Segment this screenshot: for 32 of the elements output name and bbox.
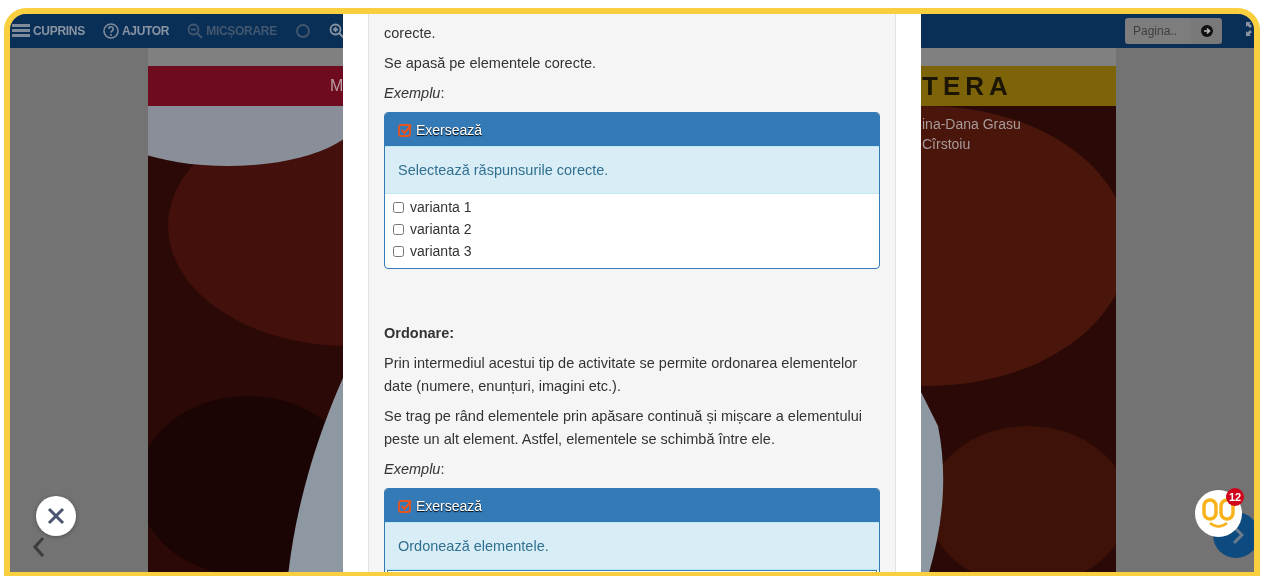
notification-badge: 12 <box>1226 488 1244 506</box>
checkbox-icon <box>398 498 412 513</box>
go-button[interactable] <box>1191 18 1222 44</box>
answer-option[interactable]: varianta 3 <box>393 240 871 262</box>
checkbox[interactable] <box>393 201 404 213</box>
checkbox[interactable] <box>393 245 404 257</box>
exercise-prompt: Selectează răspunsurile corecte. <box>385 146 879 194</box>
author-name: ina-Dana Grasu <box>922 116 1021 132</box>
paragraph: Prin intermediul acestui tip de activitate se permite ordonarea elementelor date (numere, enunțuri, imagini etc.). <box>384 354 859 396</box>
example-label: Exemplu: <box>384 84 446 103</box>
help-button[interactable]: AJUTOR <box>102 23 170 39</box>
zoom-out-icon <box>187 23 204 39</box>
author-name: Cîrstoiu <box>922 136 972 152</box>
example-label: Exemplu: <box>384 460 446 479</box>
paragraph: Se trag pe rând elementele prin apăsare continuă și mișcare a elementului peste un alt element. Astfel, elementele se schimbă între ele. <box>384 407 863 449</box>
answer-option[interactable]: varianta 1 <box>393 196 871 218</box>
checkbox[interactable] <box>393 223 404 235</box>
arrow-right-icon <box>1200 25 1213 37</box>
paragraph: corecte. <box>384 24 437 43</box>
menu-button[interactable]: CUPRINS <box>12 24 85 38</box>
section-heading: Ordonare: <box>384 324 456 343</box>
page-field[interactable]: Pagina.. <box>1125 18 1191 44</box>
smiley-mascot-icon[interactable] <box>1195 490 1242 537</box>
exercise-title: Exersează <box>416 121 483 138</box>
menu-icon <box>12 24 30 38</box>
help-icon <box>102 23 119 39</box>
close-button[interactable] <box>36 496 76 536</box>
answer-option[interactable]: varianta 2 <box>393 218 871 240</box>
checkbox-icon <box>398 122 412 137</box>
exercise-prompt: Ordonează elementele. <box>385 522 879 570</box>
exercise-title: Exersează <box>416 497 483 514</box>
close-icon <box>47 507 65 525</box>
